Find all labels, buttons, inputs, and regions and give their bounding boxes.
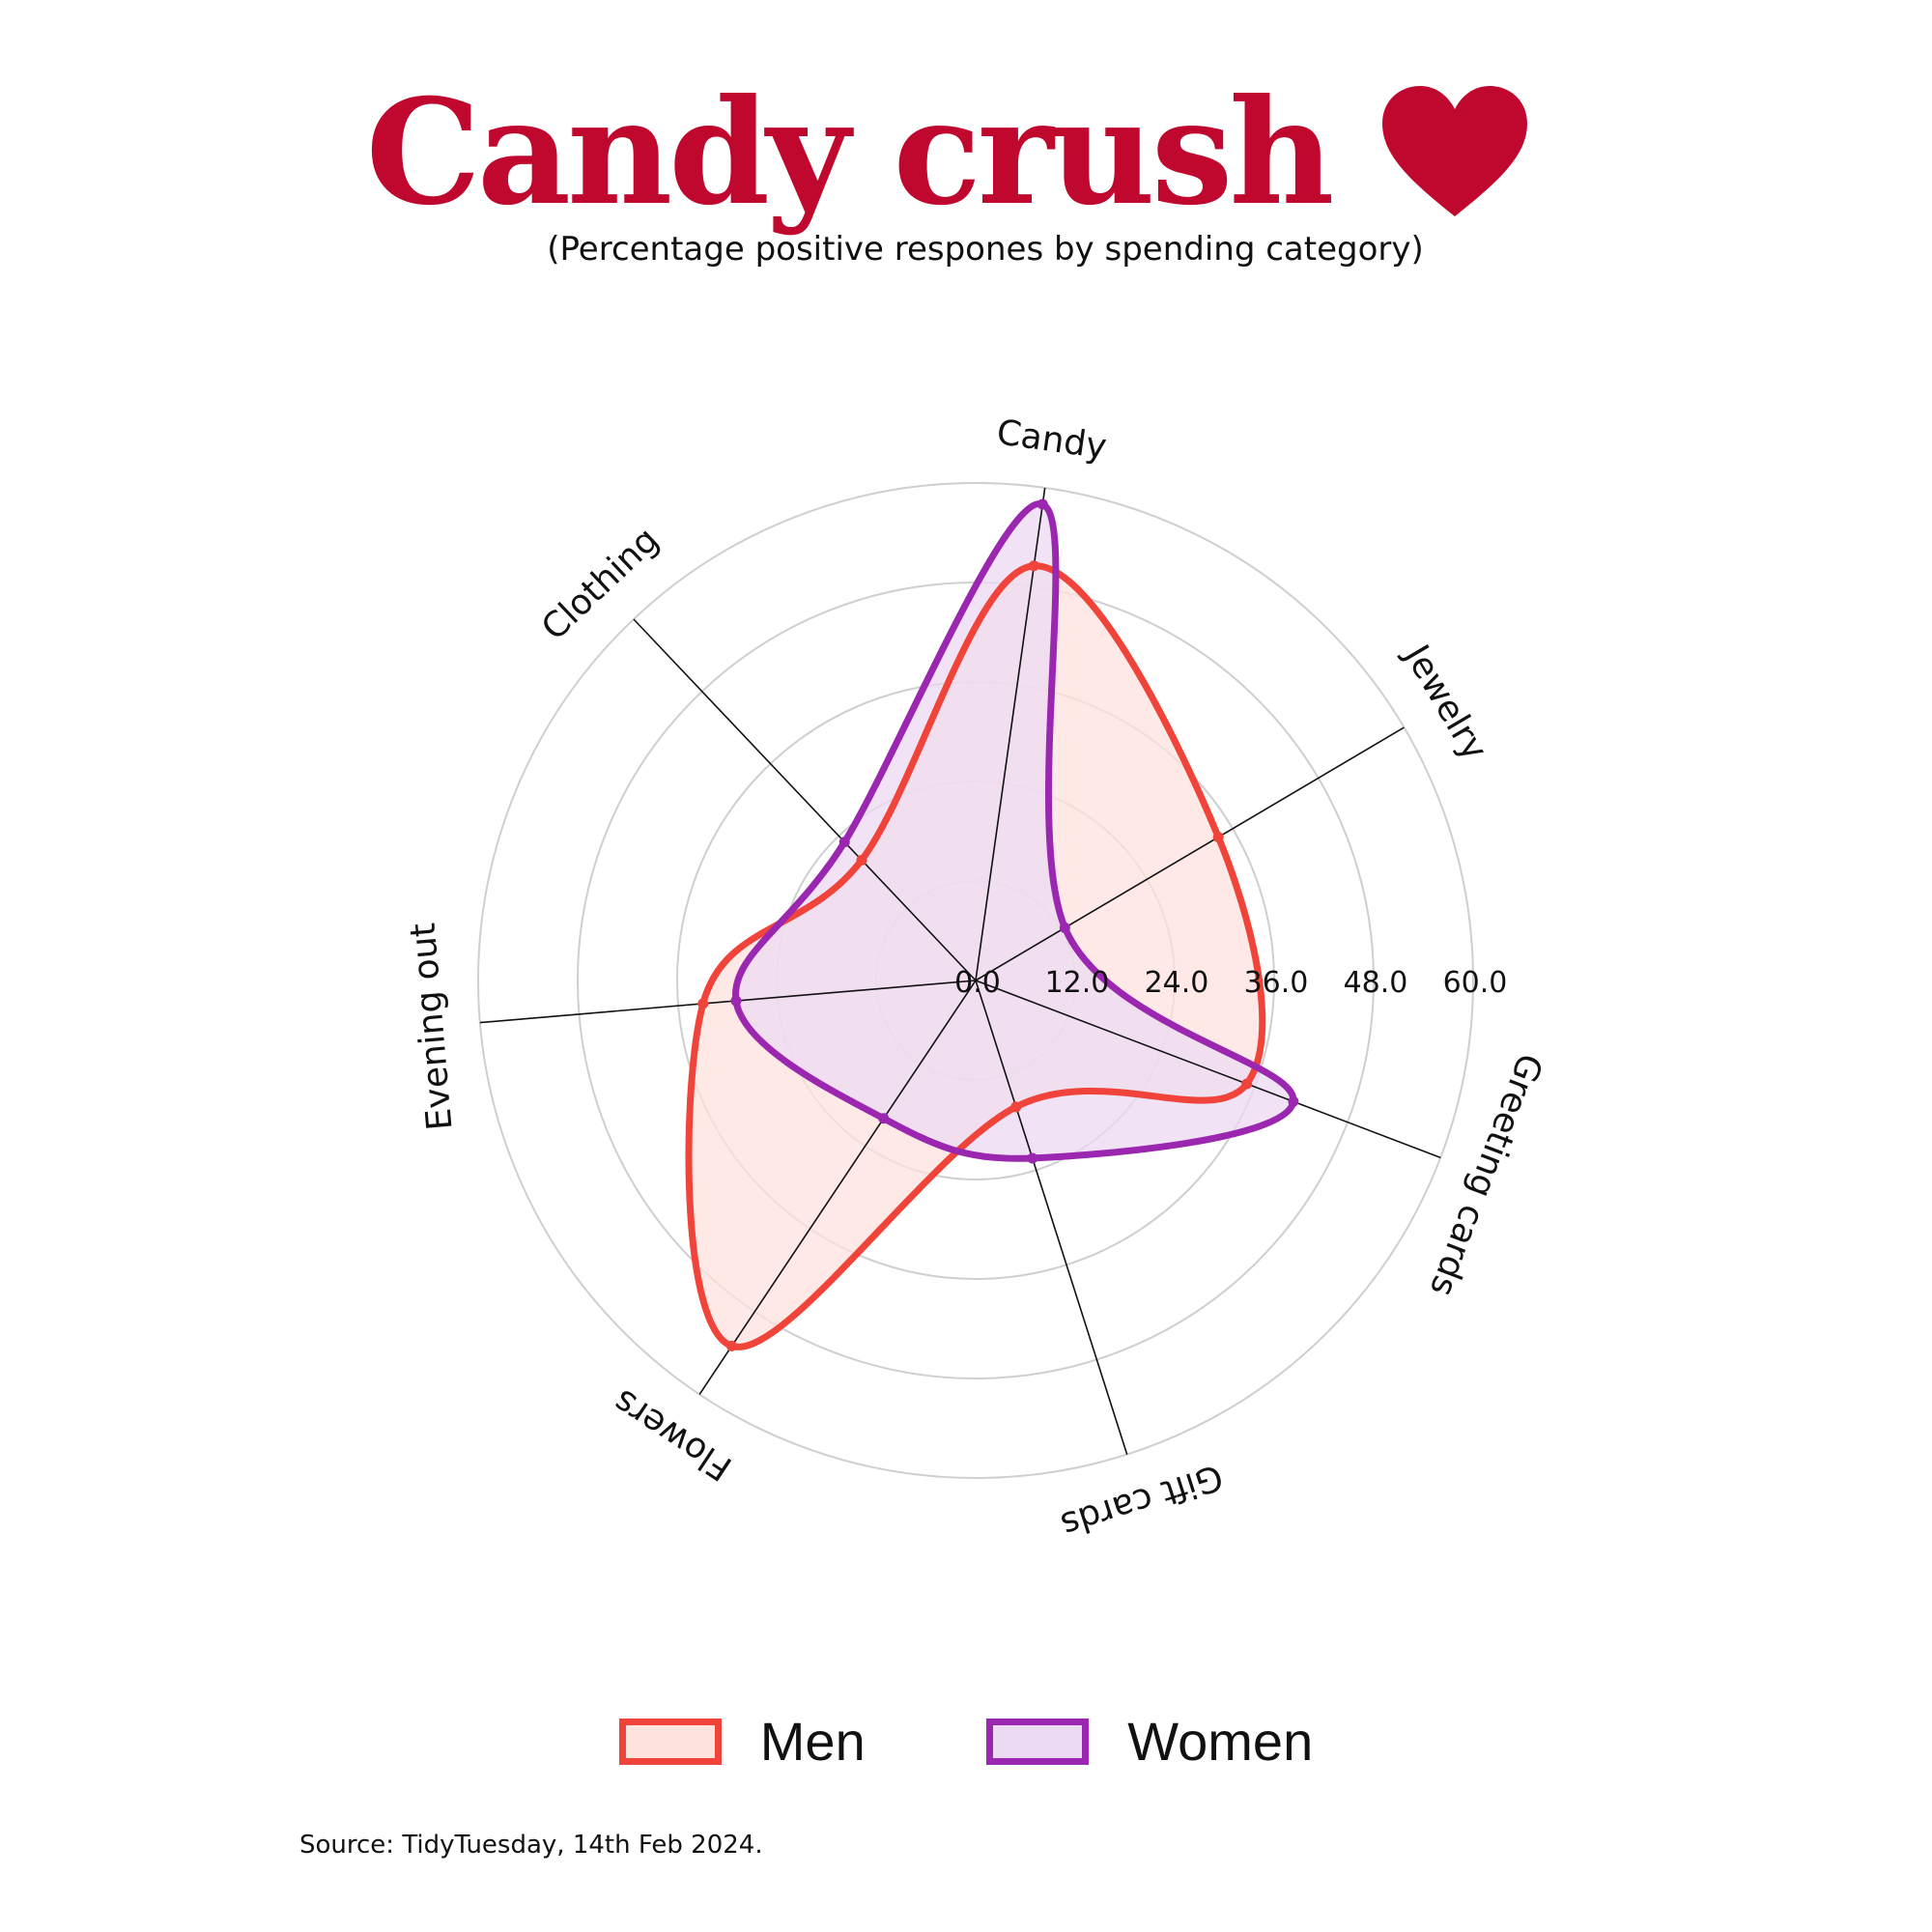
radial-tick-label: 48.0 [1344, 966, 1408, 1000]
data-point-men [1212, 832, 1224, 843]
category-label: Greeting cards [1422, 1048, 1550, 1301]
data-point-men [1241, 1078, 1253, 1090]
data-point-men [1010, 1101, 1022, 1113]
category-label: Evening out [403, 922, 460, 1132]
radial-tick-label: 12.0 [1045, 966, 1110, 1000]
data-point-women [1059, 922, 1070, 933]
legend-label-men: Men [759, 1711, 866, 1772]
data-point-women [730, 995, 742, 1007]
data-point-women [1288, 1095, 1299, 1107]
legend: Men Women [0, 1710, 1932, 1777]
data-point-men [725, 1340, 737, 1351]
data-point-women [1037, 498, 1048, 510]
category-label: Flowers [607, 1381, 739, 1489]
legend-item-women: Women [986, 1710, 1313, 1773]
category-label: Clothing [534, 520, 667, 648]
radar-chart: 0.0 12.0 24.0 36.0 48.0 60.0 Candy Jewelry Greet… [403, 412, 1550, 1545]
legend-item-men: Men [618, 1710, 866, 1773]
legend-swatch-women [986, 1718, 1090, 1765]
data-point-men [1028, 560, 1039, 572]
legend-swatch-men [618, 1718, 722, 1765]
legend-label-women: Women [1127, 1711, 1314, 1772]
radial-tick-label: 60.0 [1443, 966, 1508, 1000]
radial-tick-label: 24.0 [1145, 966, 1209, 1000]
category-label: Jewelry [1396, 637, 1495, 767]
category-label: Candy [994, 412, 1109, 467]
data-point-men [856, 854, 867, 866]
data-point-women [1027, 1152, 1038, 1164]
data-point-men [697, 998, 709, 1009]
data-point-women [878, 1113, 890, 1124]
radial-tick-label: 36.0 [1244, 966, 1309, 1000]
radial-tick-label: 0.0 [954, 966, 1001, 1000]
category-label: Gift cards [1056, 1456, 1227, 1545]
source-note: Source: TidyTuesday, 14th Feb 2024. [299, 1831, 763, 1860]
data-point-women [838, 837, 850, 848]
